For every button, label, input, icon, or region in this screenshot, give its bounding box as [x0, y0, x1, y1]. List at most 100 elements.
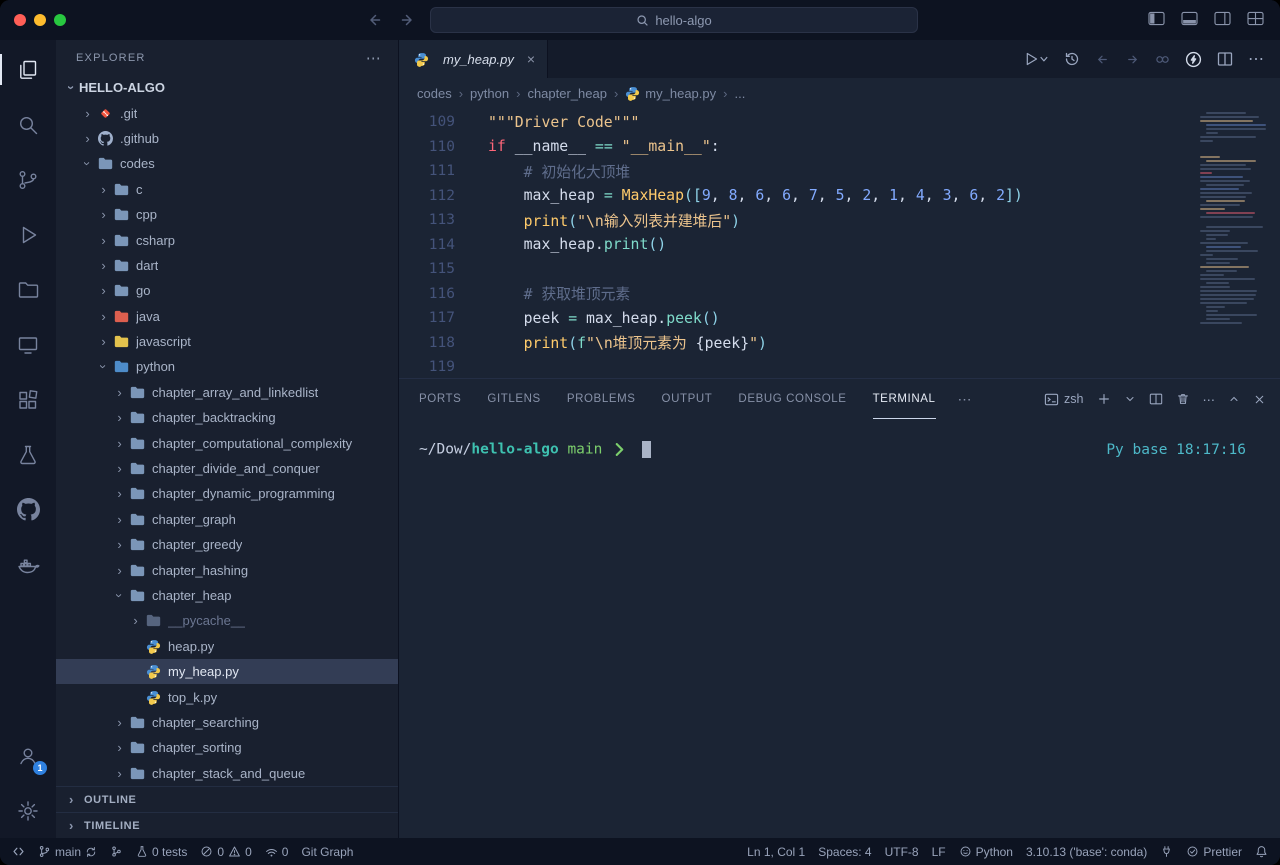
maximize-window-button[interactable] — [54, 14, 66, 26]
tree-item-java[interactable]: ›java — [56, 304, 398, 329]
tree-item-chapter_heap[interactable]: ›chapter_heap — [56, 583, 398, 608]
tree-item-hello-algo[interactable]: ›HELLO-ALGO — [56, 75, 398, 100]
accounts-icon[interactable]: 1 — [0, 728, 56, 783]
command-center-search[interactable]: hello-algo — [430, 7, 918, 33]
encoding-status[interactable]: UTF-8 — [885, 845, 919, 859]
tree-item-top_k.py[interactable]: top_k.py — [56, 684, 398, 709]
breadcrumb-python[interactable]: python — [470, 86, 509, 101]
panel-tab-terminal[interactable]: TERMINAL — [873, 379, 936, 419]
run-python-file-button[interactable] — [1025, 51, 1049, 67]
git-graph-button[interactable]: Git Graph — [301, 845, 353, 859]
tree-item-chapter_dynamic_programming[interactable]: ›chapter_dynamic_programming — [56, 481, 398, 506]
split-terminal-icon[interactable] — [1149, 392, 1163, 406]
toggle-secondary-sidebar-icon[interactable] — [1214, 11, 1231, 26]
extension-status-icon[interactable] — [1160, 845, 1173, 858]
panel-tab-debug-console[interactable]: DEBUG CONSOLE — [738, 379, 846, 419]
tree-item-go[interactable]: ›go — [56, 278, 398, 303]
tree-item-chapter_computational_complexity[interactable]: ›chapter_computational_complexity — [56, 430, 398, 455]
breadcrumb-chapter_heap[interactable]: chapter_heap — [527, 86, 607, 101]
panel-tab-gitlens[interactable]: GITLENS — [487, 379, 540, 419]
tree-item-__pycache__[interactable]: ›__pycache__ — [56, 608, 398, 633]
run-debug-icon[interactable] — [0, 207, 56, 262]
editor-more-actions-icon[interactable]: ⋯ — [1248, 49, 1264, 69]
tree-item-chapter_searching[interactable]: ›chapter_searching — [56, 710, 398, 735]
close-window-button[interactable] — [14, 14, 26, 26]
tree-item-.git[interactable]: ›.git — [56, 100, 398, 125]
previous-change-icon[interactable] — [1095, 52, 1110, 67]
tree-item-chapter_hashing[interactable]: ›chapter_hashing — [56, 557, 398, 582]
tree-item-chapter_array_and_linkedlist[interactable]: ›chapter_array_and_linkedlist — [56, 380, 398, 405]
tree-item-javascript[interactable]: ›javascript — [56, 329, 398, 354]
breadcrumb-codes[interactable]: codes — [417, 86, 452, 101]
formatter-status[interactable]: Prettier — [1186, 845, 1242, 859]
panel-more-actions-icon[interactable]: ⋯ — [1203, 392, 1216, 407]
close-tab-icon[interactable]: × — [527, 51, 535, 67]
customize-layout-icon[interactable] — [1247, 11, 1264, 26]
minimap[interactable] — [1198, 112, 1272, 326]
tree-item-python[interactable]: ›python — [56, 354, 398, 379]
branch-status[interactable]: main — [38, 845, 97, 859]
tree-item-chapter_backtracking[interactable]: ›chapter_backtracking — [56, 405, 398, 430]
next-change-icon[interactable] — [1125, 52, 1140, 67]
minimize-window-button[interactable] — [34, 14, 46, 26]
tree-item-cpp[interactable]: ›cpp — [56, 202, 398, 227]
tree-item-c[interactable]: ›c — [56, 177, 398, 202]
new-terminal-icon[interactable] — [1097, 392, 1111, 406]
split-editor-icon[interactable] — [1217, 51, 1233, 67]
explorer-icon[interactable] — [0, 42, 56, 97]
github-icon[interactable] — [0, 482, 56, 537]
breadcrumb-...[interactable]: ... — [734, 86, 745, 101]
tree-item-dart[interactable]: ›dart — [56, 253, 398, 278]
tree-item-my_heap.py[interactable]: my_heap.py — [56, 659, 398, 684]
launchpad-icon[interactable] — [1185, 51, 1202, 68]
code-editor[interactable]: 109"""Driver Code"""110if __name__ == "_… — [399, 108, 1280, 378]
toggle-panel-icon[interactable] — [1181, 11, 1198, 26]
remote-explorer-icon[interactable] — [0, 317, 56, 372]
maximize-panel-icon[interactable] — [1228, 393, 1240, 405]
tests-status[interactable]: 0 tests — [136, 845, 187, 859]
tree-item-chapter_graph[interactable]: ›chapter_graph — [56, 507, 398, 532]
tree-item-heap.py[interactable]: heap.py — [56, 634, 398, 659]
toggle-primary-sidebar-icon[interactable] — [1148, 11, 1165, 26]
close-panel-icon[interactable] — [1253, 393, 1266, 406]
tree-item-csharp[interactable]: ›csharp — [56, 227, 398, 252]
tree-item-chapter_stack_and_queue[interactable]: ›chapter_stack_and_queue — [56, 761, 398, 786]
problems-status[interactable]: 0 0 — [200, 845, 251, 859]
source-control-icon[interactable] — [0, 152, 56, 207]
outline-section[interactable]: › OUTLINE — [56, 786, 398, 812]
testing-icon[interactable] — [0, 427, 56, 482]
open-changes-icon[interactable] — [1155, 52, 1170, 67]
shell-selector[interactable]: zsh — [1044, 392, 1083, 407]
cursor-position[interactable]: Ln 1, Col 1 — [747, 845, 805, 859]
breadcrumb-my_heap.py[interactable]: my_heap.py — [625, 86, 716, 101]
navigate-forward-icon[interactable] — [398, 10, 418, 30]
settings-icon[interactable] — [0, 783, 56, 838]
extensions-icon[interactable] — [0, 372, 56, 427]
panel-tab-output[interactable]: OUTPUT — [662, 379, 713, 419]
timeline-section[interactable]: › TIMELINE — [56, 812, 398, 838]
panel-tab-problems[interactable]: PROBLEMS — [567, 379, 636, 419]
remote-indicator-icon[interactable] — [12, 845, 25, 858]
indentation-status[interactable]: Spaces: 4 — [818, 845, 871, 859]
panel-more-tabs-icon[interactable]: ⋯ — [958, 391, 972, 408]
panel-tab-ports[interactable]: PORTS — [419, 379, 461, 419]
navigate-back-icon[interactable] — [364, 10, 384, 30]
scm-graph-icon[interactable] — [110, 845, 123, 858]
language-status[interactable]: Python — [959, 845, 1013, 859]
eol-status[interactable]: LF — [932, 845, 946, 859]
ports-status[interactable]: 0 — [265, 845, 289, 859]
tree-item-chapter_greedy[interactable]: ›chapter_greedy — [56, 532, 398, 557]
tree-item-chapter_divide_and_conquer[interactable]: ›chapter_divide_and_conquer — [56, 456, 398, 481]
terminal[interactable]: ~/Dow/hello-algo main Py base 18:17:16 — [399, 419, 1280, 838]
tab-my-heap-py[interactable]: my_heap.py × — [399, 40, 548, 78]
python-interpreter-status[interactable]: 3.10.13 ('base': conda) — [1026, 845, 1147, 859]
terminal-profile-dropdown-icon[interactable] — [1124, 393, 1136, 405]
explorer-more-actions-icon[interactable]: ⋯ — [366, 49, 382, 67]
project-folder-icon[interactable] — [0, 262, 56, 317]
docker-icon[interactable] — [0, 537, 56, 592]
file-history-icon[interactable] — [1064, 51, 1080, 67]
tree-item-.github[interactable]: ›.github — [56, 126, 398, 151]
tree-item-chapter_sorting[interactable]: ›chapter_sorting — [56, 735, 398, 760]
search-icon[interactable] — [0, 97, 56, 152]
notifications-bell-icon[interactable] — [1255, 845, 1268, 858]
